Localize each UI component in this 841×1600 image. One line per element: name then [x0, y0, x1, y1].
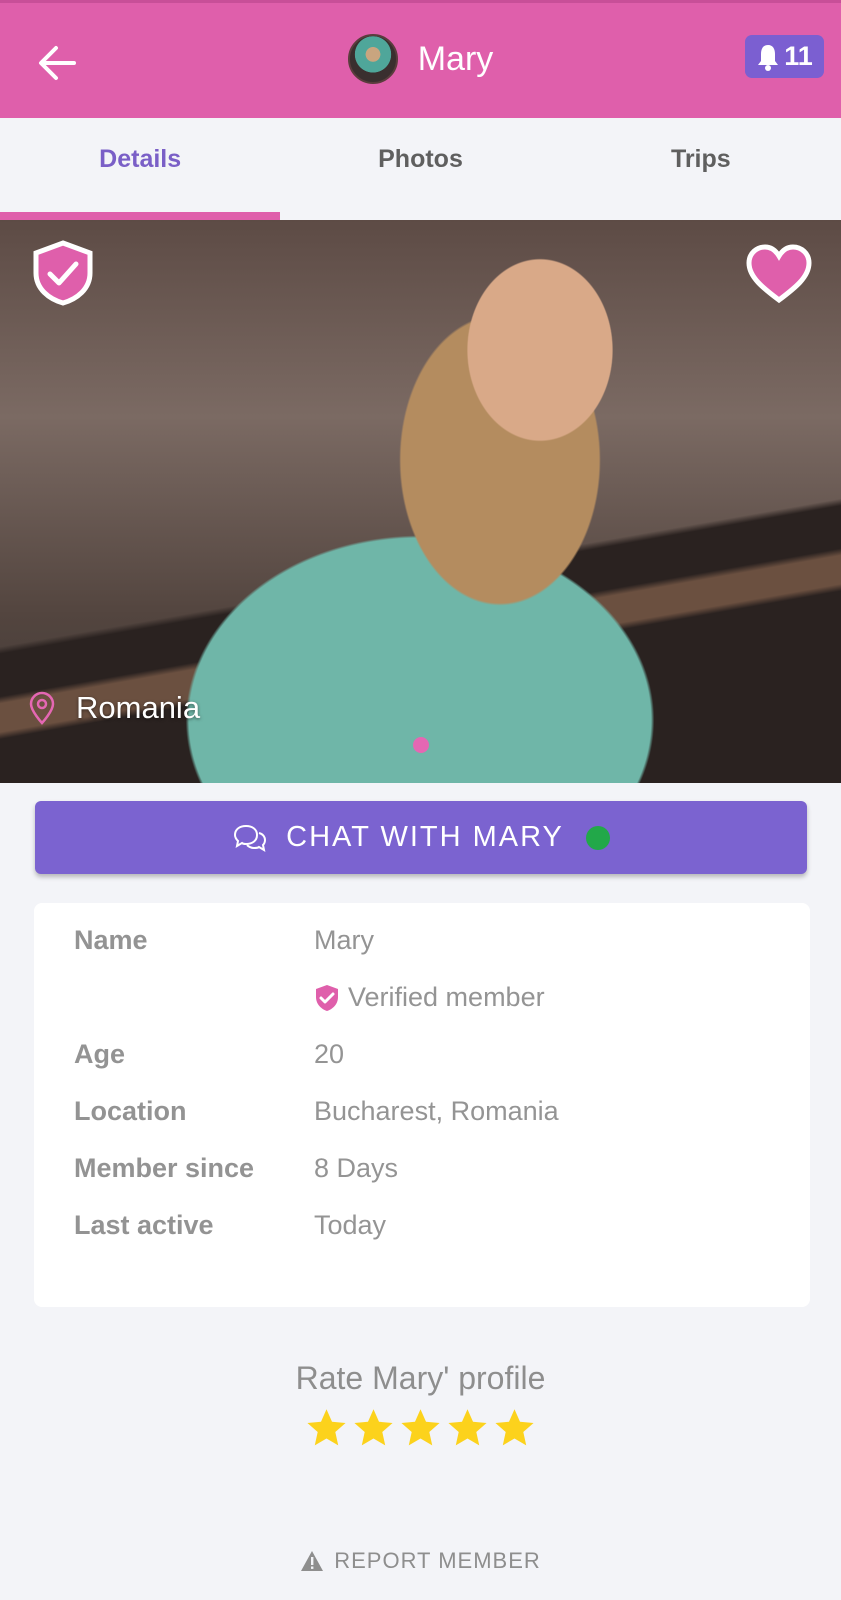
detail-label: Name: [74, 925, 148, 955]
verified-shield-icon[interactable]: [32, 240, 94, 306]
tab-details[interactable]: Details: [0, 118, 281, 220]
tab-trips[interactable]: Trips: [561, 118, 841, 220]
tab-photos[interactable]: Photos: [280, 118, 560, 220]
chat-button[interactable]: CHAT WITH MARY: [35, 801, 807, 874]
star-icon[interactable]: [304, 1406, 349, 1450]
chat-bubbles-icon: [234, 824, 267, 852]
detail-row-member-since: Member since 8 Days: [74, 1153, 398, 1184]
detail-row-age: Age 20: [74, 1039, 344, 1070]
photo-location-text: Romania: [76, 690, 201, 725]
warning-icon: [301, 1551, 324, 1571]
detail-value-verified: Verified member: [314, 982, 545, 1013]
carousel-indicator-dot[interactable]: [413, 737, 429, 753]
detail-label: Member since: [74, 1153, 255, 1183]
detail-value: 8 Days: [314, 1153, 399, 1183]
detail-row-verified: Verified member: [74, 982, 545, 1013]
verified-member-text: Verified member: [348, 982, 545, 1012]
online-status-indicator: [585, 825, 610, 850]
star-icon[interactable]: [492, 1406, 537, 1450]
page-title: Mary: [417, 39, 494, 78]
detail-row-last-active: Last active Today: [74, 1210, 386, 1241]
notification-count: 11: [784, 41, 813, 71]
verified-badge-icon: [316, 984, 338, 1011]
report-member-button[interactable]: REPORT MEMBER: [0, 1548, 841, 1574]
detail-label: Location: [74, 1096, 187, 1126]
notifications-button[interactable]: 11: [745, 35, 824, 78]
star-icon[interactable]: [398, 1406, 443, 1450]
detail-value: Mary: [314, 925, 374, 955]
location-pin-icon: [29, 691, 55, 725]
star-rating[interactable]: [0, 1406, 841, 1450]
report-member-label: REPORT MEMBER: [334, 1548, 541, 1573]
header-title-group: Mary: [0, 34, 841, 84]
detail-label: Age: [74, 1039, 126, 1069]
detail-label: Last active: [74, 1210, 214, 1240]
detail-value: Bucharest, Romania: [314, 1096, 559, 1126]
top-app-bar: Mary 11: [0, 0, 841, 118]
avatar[interactable]: [347, 34, 398, 84]
star-icon[interactable]: [445, 1406, 490, 1450]
chat-button-label: CHAT WITH MARY: [286, 821, 564, 853]
detail-value: Today: [314, 1210, 387, 1240]
star-icon[interactable]: [351, 1406, 396, 1450]
rate-profile-prompt: Rate Mary' profile: [295, 1360, 546, 1396]
detail-row-name: Name Mary: [74, 925, 374, 956]
bell-icon: [758, 44, 779, 71]
detail-value: 20: [314, 1039, 345, 1069]
tab-bar: Details Photos Trips: [0, 118, 841, 220]
photo-location: Romania: [28, 690, 200, 726]
favorite-heart-icon[interactable]: [745, 244, 813, 304]
details-card: Name Mary Verified member Age 20 Locatio…: [34, 903, 810, 1307]
detail-row-location: Location Bucharest, Romania: [74, 1096, 559, 1127]
profile-photo[interactable]: Romania: [0, 220, 841, 783]
